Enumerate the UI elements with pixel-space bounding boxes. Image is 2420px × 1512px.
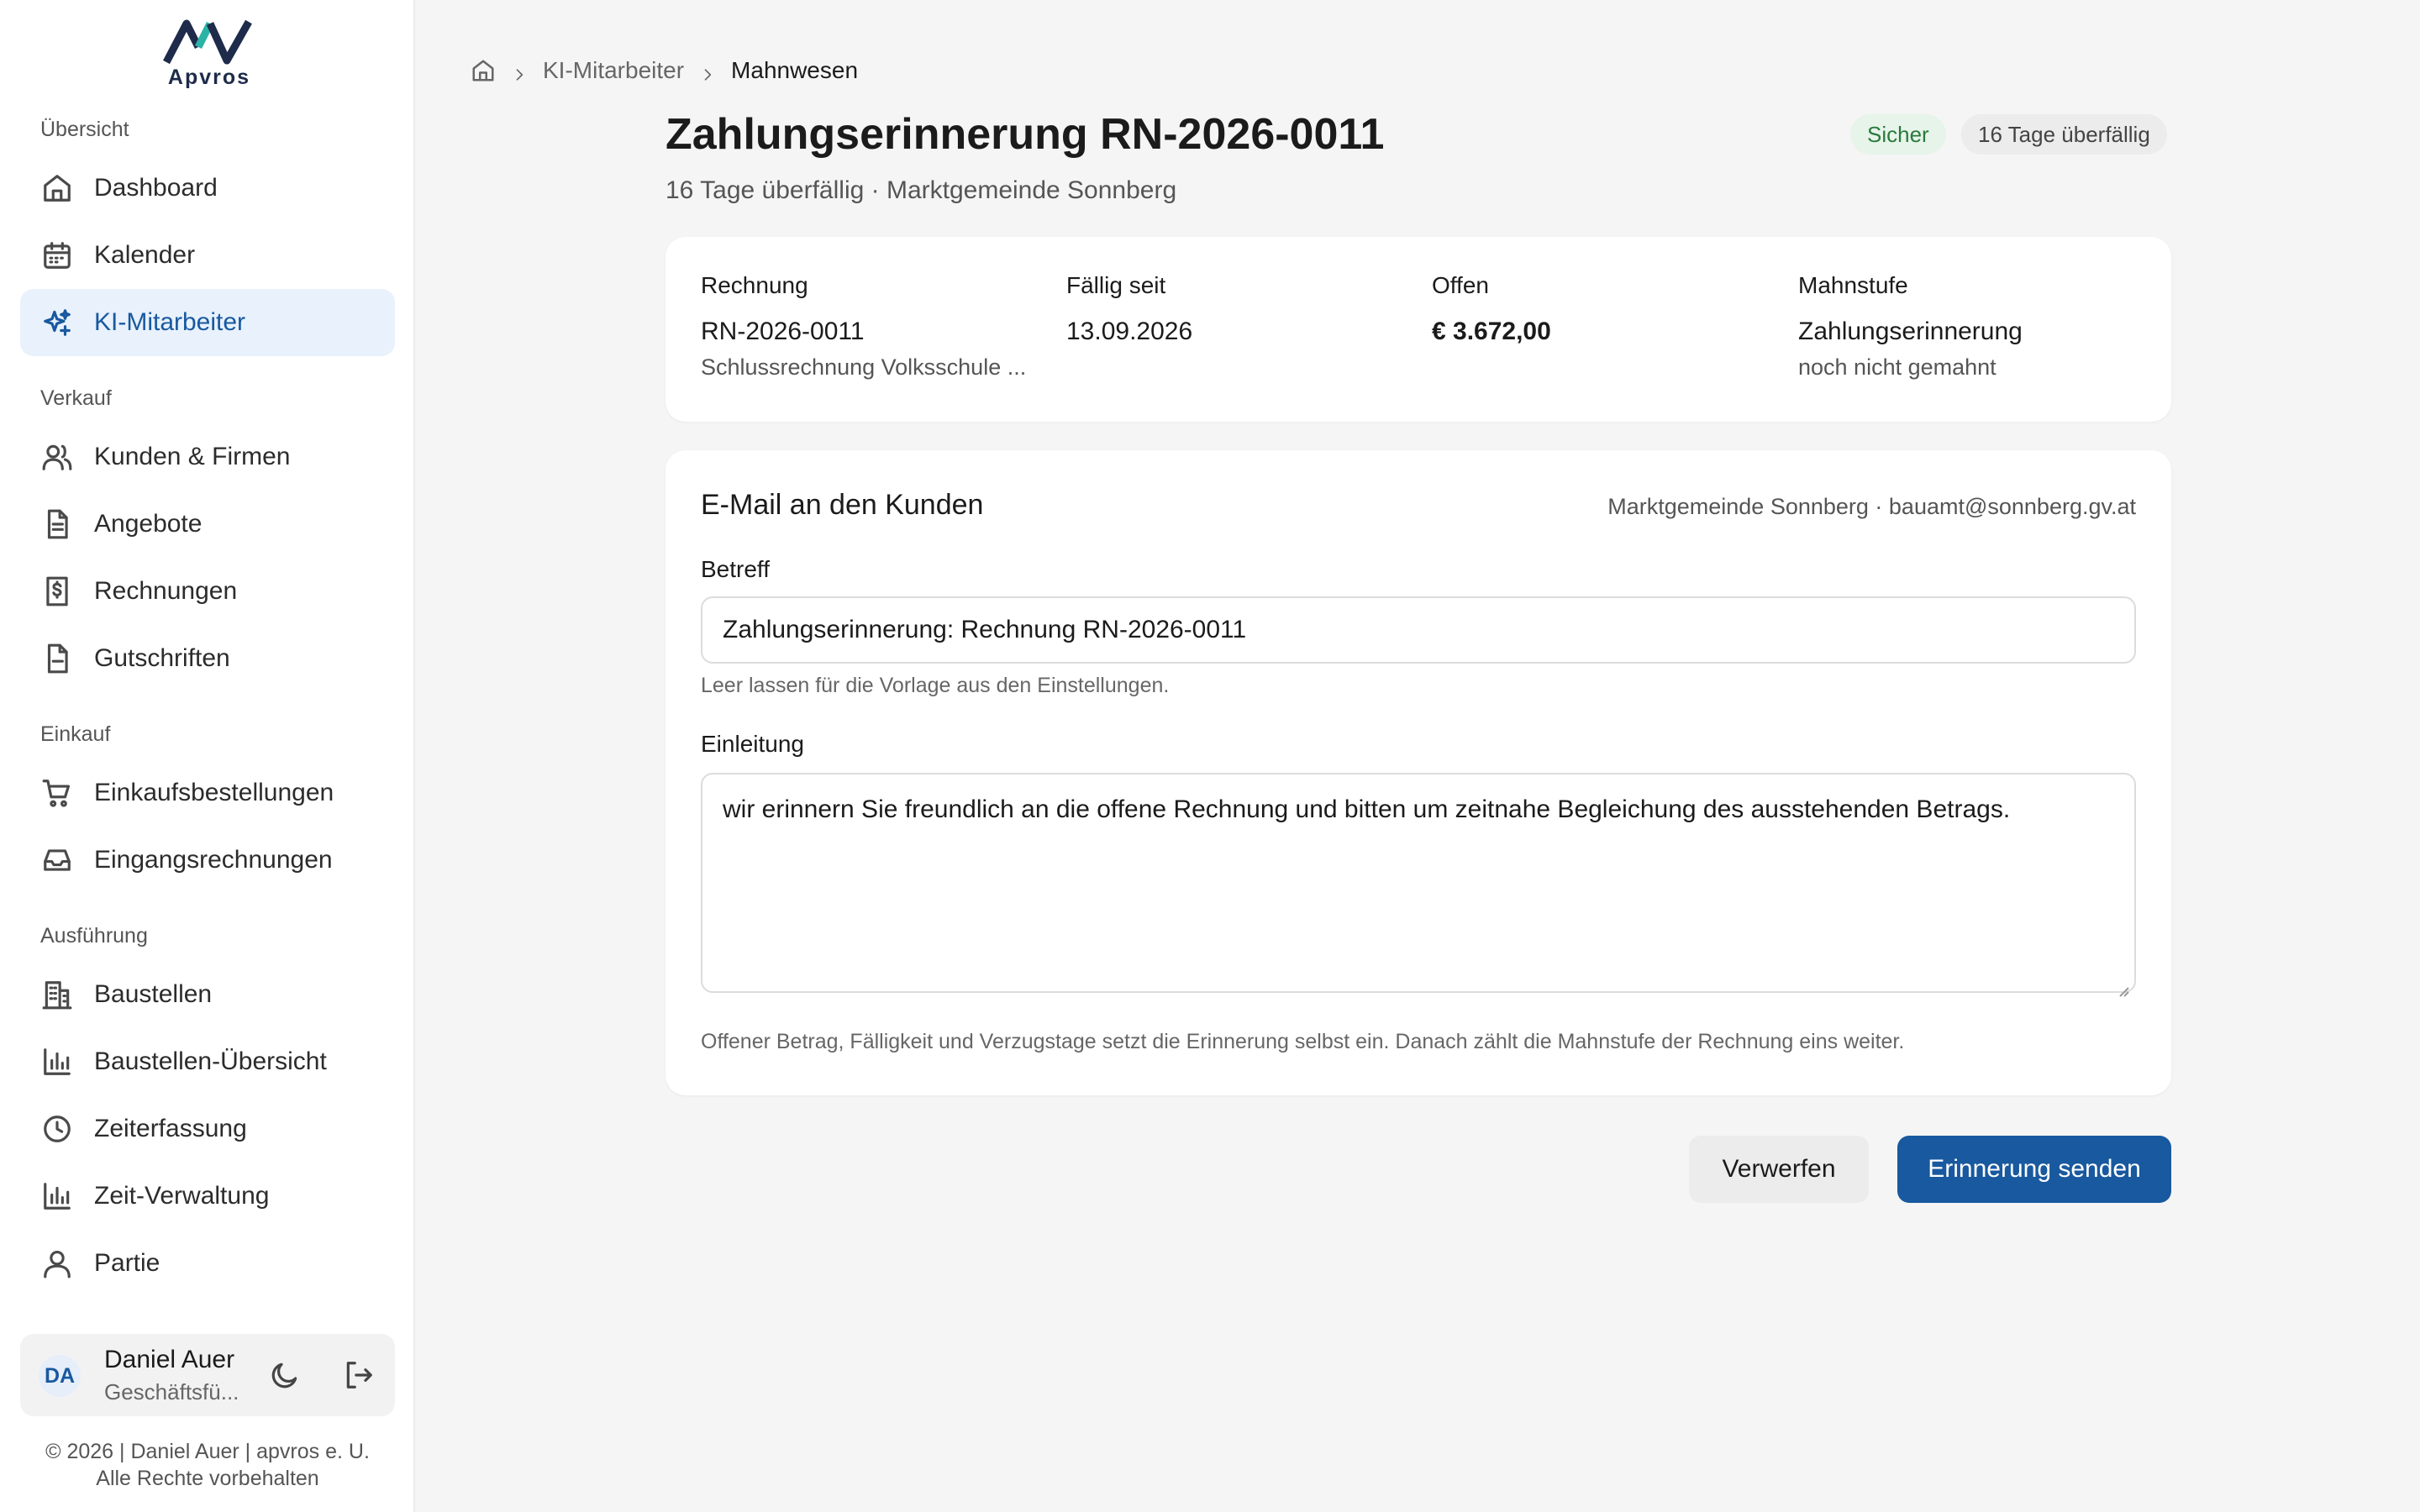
avatar[interactable]: DA — [39, 1355, 81, 1397]
sidebar-item-invoices[interactable]: Rechnungen — [20, 558, 395, 625]
inbox-icon — [40, 843, 74, 877]
bar-chart-icon — [40, 1179, 74, 1213]
sidebar-item-label: Kalender — [94, 241, 196, 269]
breadcrumb: KI-Mitarbeiter Mahnwesen — [471, 55, 858, 86]
sidebar-item-time-tracking[interactable]: Zeiterfassung — [20, 1095, 395, 1163]
chevron-right-icon — [699, 62, 716, 81]
sidebar-item-ki-mitarbeiter[interactable]: KI-Mitarbeiter — [20, 289, 395, 356]
status-badge-overdue: 16 Tage überfällig — [1961, 114, 2167, 155]
sidebar-item-label: Zeiterfassung — [94, 1115, 247, 1142]
subject-hint: Leer lassen für die Vorlage aus den Eins… — [701, 674, 1170, 697]
subject-input[interactable]: Zahlungserinnerung: Rechnung RN-2026-001… — [701, 596, 2136, 664]
user-role: Geschäftsfü... — [104, 1379, 239, 1404]
sidebar-item-sites-overview[interactable]: Baustellen-Übersicht — [20, 1028, 395, 1095]
section-label-overview: Übersicht — [40, 118, 129, 141]
clock-icon — [40, 1112, 74, 1146]
sidebar: Apvros Übersicht Dashboard Kalender KI-M… — [0, 0, 415, 1512]
sidebar-item-label: Zeit-Verwaltung — [94, 1182, 270, 1210]
receipt-dollar-icon — [40, 575, 74, 608]
email-footer-hint: Offener Betrag, Fälligkeit und Verzugsta… — [701, 1030, 1905, 1053]
intro-textarea[interactable]: wir erinnern Sie freundlich an die offen… — [701, 773, 2136, 997]
sidebar-item-crew[interactable]: Partie — [20, 1230, 395, 1297]
invoice-description: Schlussrechnung Volksschule ... — [701, 354, 1027, 380]
info-label: Offen — [1432, 272, 1489, 298]
sidebar-item-purchase-orders[interactable]: Einkaufsbestellungen — [20, 759, 395, 827]
cart-icon — [40, 776, 74, 810]
user-card: DA Daniel Auer Geschäftsfü... — [20, 1334, 395, 1416]
logout-icon[interactable] — [343, 1359, 375, 1391]
info-level: Mahnstufe Zahlungserinnerung noch nicht … — [1798, 272, 2134, 381]
chevron-right-icon — [511, 62, 528, 81]
due-date: 13.09.2026 — [1066, 318, 1193, 345]
sidebar-item-label: Angebote — [94, 510, 203, 538]
status-badge-safe: Sicher — [1850, 114, 1946, 155]
sparkles-icon — [40, 306, 74, 339]
sidebar-item-credits[interactable]: Gutschriften — [20, 625, 395, 692]
sidebar-item-label: Gutschriften — [94, 644, 230, 672]
subject-label: Betreff — [701, 556, 770, 582]
breadcrumb-current: Mahnwesen — [731, 57, 859, 83]
breadcrumb-link-ki-mitarbeiter[interactable]: KI-Mitarbeiter — [543, 57, 684, 84]
invoice-number: RN-2026-0011 — [701, 318, 865, 345]
logo-text: Apvros — [167, 66, 251, 89]
sidebar-item-calendar[interactable]: Kalender — [20, 222, 395, 289]
sidebar-item-dashboard[interactable]: Dashboard — [20, 155, 395, 222]
sidebar-item-label: Partie — [94, 1249, 160, 1277]
resize-handle-icon[interactable] — [2116, 973, 2129, 997]
dunning-status: noch nicht gemahnt — [1798, 354, 1996, 380]
email-card: E-Mail an den Kunden Marktgemeinde Sonnb… — [666, 450, 2171, 1095]
info-label: Rechnung — [701, 272, 808, 298]
info-invoice: Rechnung RN-2026-0011 Schlussrechnung Vo… — [701, 272, 1037, 381]
open-amount: € 3.672,00 — [1432, 318, 1551, 345]
document-icon — [40, 507, 74, 541]
user-name: Daniel Auer — [104, 1346, 235, 1373]
section-label-execution: Ausführung — [40, 924, 148, 948]
home-icon[interactable] — [471, 58, 496, 83]
sidebar-item-label: Kunden & Firmen — [94, 443, 291, 470]
info-due: Fällig seit 13.09.2026 — [1066, 272, 1402, 351]
users-icon — [40, 440, 74, 474]
sidebar-item-time-admin[interactable]: Zeit-Verwaltung — [20, 1163, 395, 1230]
user-icon — [40, 1247, 74, 1280]
sidebar-item-incoming-invoices[interactable]: Eingangsrechnungen — [20, 827, 395, 894]
sidebar-item-customers[interactable]: Kunden & Firmen — [20, 423, 395, 491]
sidebar-item-label: Eingangsrechnungen — [94, 846, 333, 874]
email-card-title: E-Mail an den Kunden — [701, 489, 984, 521]
sidebar-item-label: Rechnungen — [94, 577, 238, 605]
info-label: Mahnstufe — [1798, 272, 1908, 298]
building-icon — [40, 978, 74, 1011]
app-logo[interactable]: Apvros — [161, 18, 257, 89]
info-open: Offen € 3.672,00 — [1432, 272, 1768, 351]
moon-icon[interactable] — [269, 1359, 301, 1391]
discard-button[interactable]: Verwerfen — [1689, 1136, 1869, 1203]
send-reminder-button[interactable]: Erinnerung senden — [1897, 1136, 2171, 1203]
bar-chart-icon — [40, 1045, 74, 1079]
page-subtitle: 16 Tage überfällig · Marktgemeinde Sonnb… — [666, 176, 1177, 204]
sidebar-item-label: Baustellen — [94, 980, 213, 1008]
section-label-purchase: Einkauf — [40, 722, 111, 746]
intro-text: wir erinnern Sie freundlich an die offen… — [723, 795, 2011, 823]
section-label-sales: Verkauf — [40, 386, 112, 410]
info-label: Fällig seit — [1066, 272, 1166, 298]
sidebar-item-label: Einkaufsbestellungen — [94, 779, 334, 806]
sidebar-item-label: Dashboard — [94, 174, 218, 202]
logo-mark-icon — [163, 19, 252, 65]
sidebar-item-label: KI-Mitarbeiter — [94, 308, 246, 336]
file-minus-icon — [40, 642, 74, 675]
home-icon — [40, 171, 74, 205]
sidebar-item-sites[interactable]: Baustellen — [20, 961, 395, 1028]
footer-copyright: © 2026 | Daniel Auer | apvros e. U. — [45, 1440, 370, 1463]
sidebar-item-offers[interactable]: Angebote — [20, 491, 395, 558]
invoice-summary-card: Rechnung RN-2026-0011 Schlussrechnung Vo… — [666, 237, 2171, 422]
dunning-level: Zahlungserinnerung — [1798, 318, 2023, 345]
calendar-icon — [40, 239, 74, 272]
page-title: Zahlungserinnerung RN-2026-0011 — [666, 110, 1385, 159]
email-recipient: Marktgemeinde Sonnberg · bauamt@sonnberg… — [1607, 494, 2136, 519]
footer-rights: Alle Rechte vorbehalten — [96, 1467, 319, 1490]
sidebar-item-label: Baustellen-Übersicht — [94, 1047, 327, 1075]
intro-label: Einleitung — [701, 731, 804, 757]
